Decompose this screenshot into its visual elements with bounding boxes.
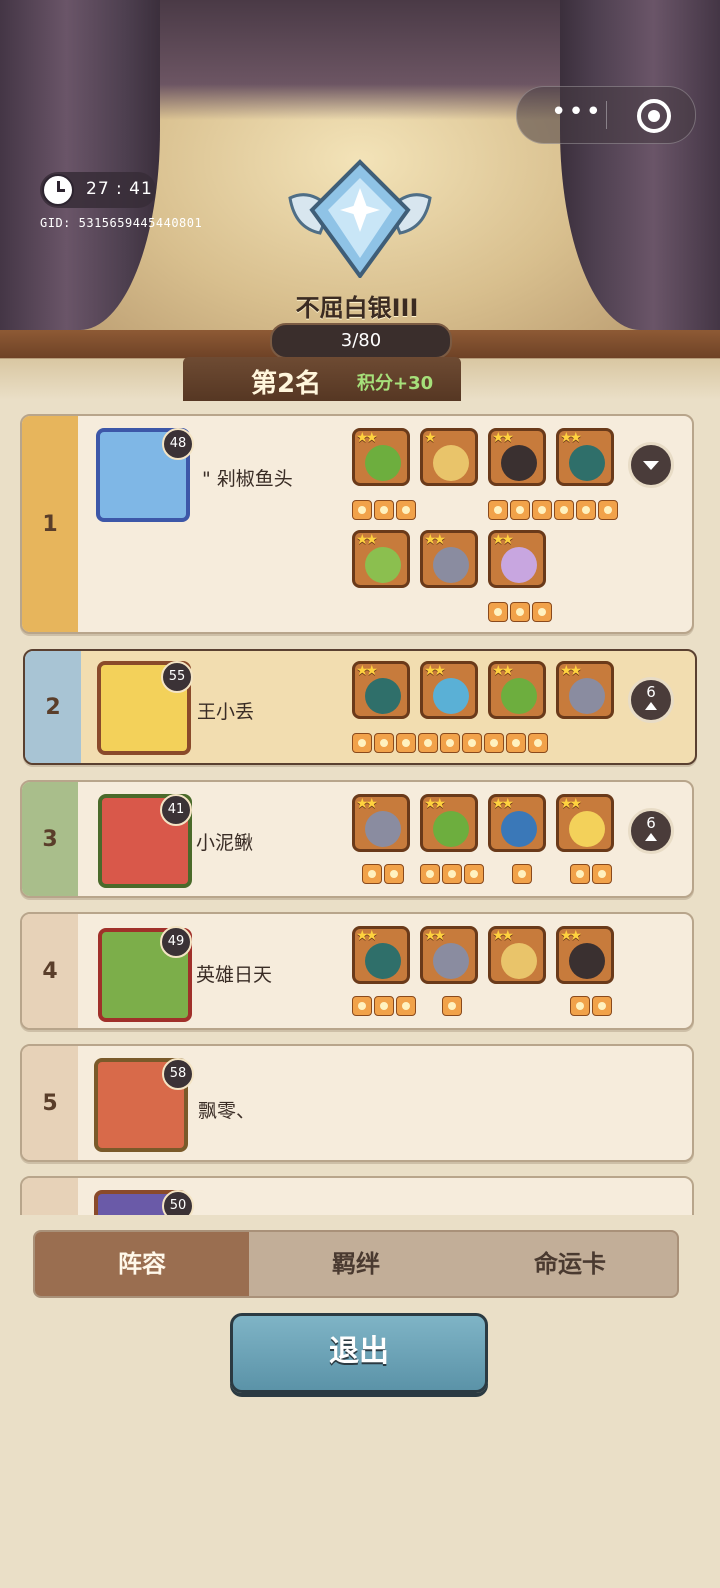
- clock-icon: [42, 174, 74, 206]
- close-target-icon[interactable]: [637, 99, 671, 133]
- player-card[interactable]: 1 48 " 剁椒鱼头 ★★ ★ ★★ ★★ ★★ ★★ ★★: [20, 414, 694, 634]
- hero-slot[interactable]: ★★: [488, 530, 546, 588]
- equipment-row: [488, 500, 618, 520]
- equipment-row: [512, 864, 532, 884]
- equipment-row: [420, 864, 484, 884]
- hero-slot[interactable]: ★★: [488, 428, 546, 486]
- rank-number: 5: [22, 1046, 78, 1160]
- player-name: 小泥鳅: [196, 832, 254, 854]
- player-card[interactable]: 3 41 小泥鳅 ★★ ★★ ★★ ★★ 6: [20, 780, 694, 898]
- rank-progress-text: 3/80: [340, 330, 382, 351]
- tab-lineup[interactable]: 阵容: [35, 1232, 249, 1296]
- player-name: " 剁椒鱼头: [202, 468, 293, 490]
- more-menu-button[interactable]: •••: [547, 99, 607, 129]
- hero-slot[interactable]: ★★: [352, 661, 410, 719]
- level-badge: 55: [161, 661, 193, 693]
- equipment-row: [570, 864, 612, 884]
- level-badge: 58: [162, 1058, 194, 1090]
- player-name: 飘零、: [198, 1100, 256, 1122]
- rank-number: 3: [22, 782, 78, 896]
- tab-bar: 阵容 羁绊 命运卡: [33, 1230, 679, 1298]
- match-timer: 27 : 41: [40, 172, 156, 208]
- tab-fate-card[interactable]: 命运卡: [463, 1232, 677, 1296]
- rank-number: [22, 1178, 78, 1215]
- game-id: GID: 5315659445440801: [40, 216, 203, 230]
- level-badge: 48: [162, 428, 194, 460]
- hero-slot[interactable]: ★★: [488, 794, 546, 852]
- level-badge: 50: [162, 1190, 194, 1215]
- player-card[interactable]: 5 58 飘零、: [20, 1044, 694, 1162]
- chevron-down-icon: [643, 461, 659, 470]
- hero-slot[interactable]: ★★: [488, 661, 546, 719]
- hero-slot[interactable]: ★★: [556, 926, 614, 984]
- hero-slot[interactable]: ★★: [556, 661, 614, 719]
- chevron-up-icon: [645, 702, 657, 710]
- equipment-row: [362, 864, 404, 884]
- hero-slot[interactable]: ★★: [556, 794, 614, 852]
- hero-slot[interactable]: ★★: [420, 661, 478, 719]
- curtain-left: [0, 0, 160, 330]
- hero-slot[interactable]: ★★: [556, 428, 614, 486]
- tab-synergy[interactable]: 羁绊: [249, 1232, 463, 1296]
- timer-text: 27 : 41: [86, 179, 153, 199]
- curtain-right: [560, 0, 720, 330]
- rank-number: 2: [25, 651, 81, 763]
- mini-program-capsule: •••: [516, 86, 696, 144]
- exit-button[interactable]: 退出: [230, 1313, 488, 1393]
- rank-number: 4: [22, 914, 78, 1028]
- player-name: 英雄日天: [196, 964, 273, 986]
- hero-slot[interactable]: ★★: [352, 926, 410, 984]
- player-card[interactable]: 4 49 英雄日天 ★★ ★★ ★★ ★★: [20, 912, 694, 1030]
- hero-slot[interactable]: ★★: [352, 794, 410, 852]
- chevron-up-icon: [645, 833, 657, 841]
- capsule-divider: [606, 101, 607, 129]
- equipment-row: [352, 996, 416, 1016]
- placement-banner: 第2名 积分+30: [183, 357, 461, 401]
- hero-slot[interactable]: ★★: [420, 926, 478, 984]
- equipment-row: [570, 996, 612, 1016]
- equipment-row: [488, 602, 552, 622]
- level-badge: 49: [160, 926, 192, 958]
- hero-slot[interactable]: ★★: [352, 530, 410, 588]
- equipment-row: [442, 996, 462, 1016]
- level-badge: 41: [160, 794, 192, 826]
- equipment-row: [352, 500, 416, 520]
- player-list[interactable]: 1 48 " 剁椒鱼头 ★★ ★ ★★ ★★ ★★ ★★ ★★ 2 55 王小丢…: [0, 400, 720, 1215]
- score-gain-text: 积分+30: [357, 373, 434, 394]
- rank-title: 不屈白银III: [295, 294, 419, 322]
- player-card-self[interactable]: 2 55 王小丢 ★★ ★★ ★★ ★★ 6: [23, 649, 697, 765]
- expand-more-button[interactable]: 6: [628, 808, 674, 854]
- hero-slot[interactable]: ★: [420, 428, 478, 486]
- hero-slot[interactable]: ★★: [420, 530, 478, 588]
- player-name: 王小丢: [197, 701, 255, 723]
- placement-text: 第2名: [251, 369, 322, 399]
- expand-more-button[interactable]: 6: [628, 677, 674, 723]
- rank-progress: 3/80: [270, 323, 452, 359]
- hero-slot[interactable]: ★★: [420, 794, 478, 852]
- hero-slot[interactable]: ★★: [352, 428, 410, 486]
- silver-rank-emblem-icon: [288, 159, 432, 278]
- equipment-row: [352, 733, 548, 753]
- player-card[interactable]: 50: [20, 1176, 694, 1215]
- rank-number: 1: [22, 416, 78, 632]
- hero-slot[interactable]: ★★: [488, 926, 546, 984]
- collapse-button[interactable]: [628, 442, 674, 488]
